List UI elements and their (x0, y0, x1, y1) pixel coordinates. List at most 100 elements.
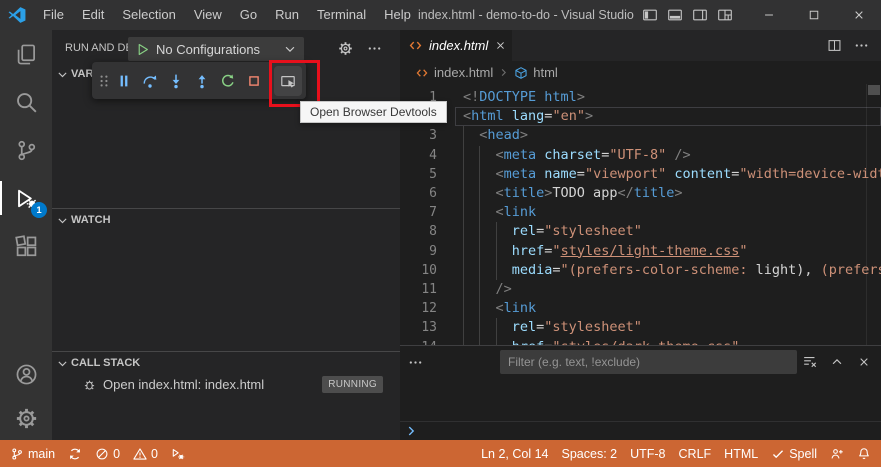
status-feedback[interactable] (830, 447, 844, 461)
code-line-14[interactable]: 14 href="styles/dark-theme.css" (400, 337, 881, 345)
menu-help[interactable]: Help (375, 0, 420, 30)
menu-file[interactable]: File (34, 0, 73, 30)
code-line-7[interactable]: 7 <link (400, 203, 881, 223)
code-line-11[interactable]: 11 /> (400, 280, 881, 300)
menu-terminal[interactable]: Terminal (308, 0, 375, 30)
line-number[interactable]: 3 (400, 126, 437, 145)
tab-index-html[interactable]: index.html (400, 30, 512, 61)
step-into-button[interactable] (163, 66, 189, 96)
line-number[interactable]: 13 (400, 318, 437, 337)
code-line-13[interactable]: 13 rel="stylesheet" (400, 318, 881, 338)
menu-bar: File Edit Selection View Go Run Terminal Help (34, 0, 420, 30)
status-encoding[interactable]: UTF-8 (630, 447, 665, 461)
section-watch[interactable]: WATCH (52, 209, 400, 231)
status-sync[interactable] (68, 447, 82, 461)
activity-accounts[interactable] (0, 352, 52, 396)
code-line-6[interactable]: 6 <title>TODO app</title> (400, 184, 881, 204)
editor-scrollbar[interactable] (866, 84, 881, 345)
status-notifications[interactable] (857, 447, 871, 461)
console-filter-input[interactable] (500, 350, 797, 374)
layout-panel-icon[interactable] (667, 7, 683, 23)
debug-settings-gear-button[interactable] (338, 41, 353, 56)
console-input-row[interactable] (400, 421, 881, 440)
activity-settings[interactable] (0, 396, 52, 440)
status-eol[interactable]: CRLF (679, 447, 712, 461)
git-branch-icon (10, 447, 24, 461)
panel-close-button[interactable] (857, 355, 871, 369)
menu-selection[interactable]: Selection (113, 0, 184, 30)
status-indentation[interactable]: Spaces: 2 (562, 447, 618, 461)
menu-run[interactable]: Run (266, 0, 308, 30)
line-number[interactable]: 9 (400, 242, 437, 261)
call-stack-session[interactable]: Open index.html: index.html RUNNING (52, 373, 400, 395)
code-line-10[interactable]: 10 media="(prefers-color-scheme: light),… (400, 260, 881, 280)
line-number[interactable]: 5 (400, 165, 437, 184)
panel-more-actions-button[interactable] (408, 355, 423, 370)
layout-grid-icon[interactable] (717, 7, 733, 23)
close-button[interactable] (836, 0, 881, 30)
activity-explorer[interactable] (0, 30, 52, 78)
status-errors[interactable]: 0 (95, 447, 120, 461)
activity-bar: 1 (0, 30, 52, 440)
line-number[interactable]: 4 (400, 146, 437, 165)
breadcrumb-symbol[interactable]: html (533, 65, 558, 80)
activity-run-and-debug[interactable]: 1 (0, 174, 52, 222)
error-icon (95, 447, 109, 461)
layout-sidebar-right-icon[interactable] (692, 7, 708, 23)
line-number[interactable]: 8 (400, 222, 437, 241)
status-language-mode[interactable]: HTML (724, 447, 758, 461)
step-over-button[interactable] (137, 66, 163, 96)
code-line-content: <html lang="en"> (463, 108, 594, 125)
code-line-9[interactable]: 9 href="styles/light-theme.css" (400, 241, 881, 261)
code-line-12[interactable]: 12 <link (400, 299, 881, 319)
code-editor[interactable]: 1<!DOCTYPE html>2<html lang="en">3 <head… (400, 84, 881, 345)
line-number[interactable]: 7 (400, 203, 437, 222)
debug-config-dropdown[interactable]: No Configurations (128, 37, 304, 61)
layout-sidebar-left-icon[interactable] (642, 7, 658, 23)
code-line-content: rel="stylesheet" (463, 223, 642, 240)
line-number[interactable]: 6 (400, 184, 437, 203)
source-control-icon (15, 139, 38, 162)
minimize-button[interactable] (746, 0, 791, 30)
editor-group: index.html index.html html 1 <!DOCTYPE ht… (400, 30, 881, 345)
status-branch[interactable]: main (10, 447, 55, 461)
code-line-4[interactable]: 4 <meta charset="UTF-8" /> (400, 145, 881, 165)
status-debug-console[interactable] (171, 447, 185, 461)
menu-view[interactable]: View (185, 0, 231, 30)
step-out-button[interactable] (189, 66, 215, 96)
code-line-1[interactable]: 1 <!DOCTYPE html> (400, 88, 881, 107)
editor-more-actions-button[interactable] (854, 38, 869, 53)
play-icon (135, 42, 150, 57)
clear-console-button[interactable] (802, 354, 817, 369)
open-browser-devtools-button[interactable] (274, 65, 302, 96)
restart-button[interactable] (215, 66, 241, 96)
sync-icon (68, 447, 82, 461)
status-spell[interactable]: Spell (771, 447, 817, 461)
code-line-2[interactable]: 2<html lang="en"> (400, 107, 881, 127)
line-number[interactable]: 14 (400, 338, 437, 345)
debug-views-more-button[interactable] (367, 41, 382, 56)
activity-search[interactable] (0, 78, 52, 126)
stop-button[interactable] (241, 66, 267, 96)
menu-edit[interactable]: Edit (73, 0, 113, 30)
pause-button[interactable] (111, 66, 137, 96)
activity-source-control[interactable] (0, 126, 52, 174)
drag-handle-button[interactable] (96, 66, 111, 96)
panel-collapse-button[interactable] (830, 355, 844, 369)
menu-go[interactable]: Go (231, 0, 266, 30)
code-line-8[interactable]: 8 rel="stylesheet" (400, 222, 881, 242)
scrollbar-slider[interactable] (868, 85, 880, 95)
split-editor-button[interactable] (827, 38, 842, 53)
status-cursor-position[interactable]: Ln 2, Col 14 (481, 447, 548, 461)
breadcrumb-file[interactable]: index.html (434, 65, 493, 80)
code-line-5[interactable]: 5 <meta name="viewport" content="width=d… (400, 164, 881, 184)
tab-close-icon[interactable] (494, 39, 507, 52)
activity-extensions[interactable] (0, 222, 52, 270)
line-number[interactable]: 10 (400, 261, 437, 280)
section-call-stack[interactable]: CALL STACK (52, 352, 400, 374)
status-warnings[interactable]: 0 (133, 447, 158, 461)
code-line-3[interactable]: 3 <head> (400, 126, 881, 146)
line-number[interactable]: 12 (400, 299, 437, 318)
maximize-button[interactable] (791, 0, 836, 30)
line-number[interactable]: 11 (400, 280, 437, 299)
